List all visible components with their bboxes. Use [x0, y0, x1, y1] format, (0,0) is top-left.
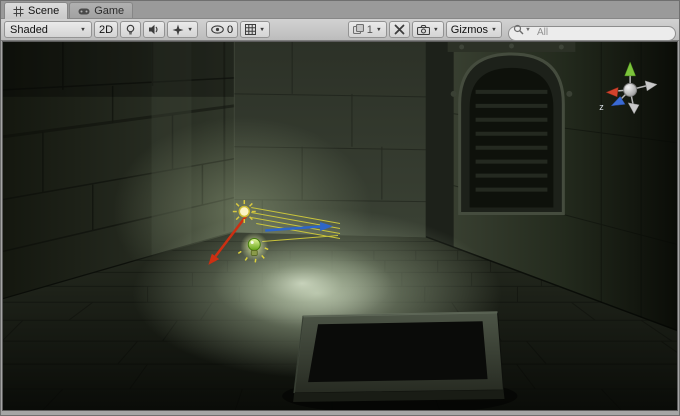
- hidden-objects-count: 0: [227, 24, 233, 36]
- scene-viewport[interactable]: z: [2, 41, 678, 411]
- axis-center-ball[interactable]: [624, 83, 637, 96]
- stone-trough[interactable]: [282, 312, 517, 410]
- tab-game[interactable]: Game: [69, 2, 133, 18]
- toggle-2d-button[interactable]: 2D: [94, 21, 118, 38]
- chevron-down-icon: ▼: [259, 27, 265, 32]
- scene-cameras-value: 1: [367, 24, 373, 36]
- toggle-2d-label: 2D: [99, 24, 113, 36]
- tab-game-label: Game: [94, 5, 124, 17]
- draw-mode-dropdown[interactable]: Shaded ▼: [4, 21, 92, 38]
- scene-toolbar: Shaded ▼ 2D ▼: [1, 19, 679, 41]
- sun-light-gizmo[interactable]: [233, 200, 256, 223]
- game-gamepad-icon: [78, 6, 90, 16]
- search-icon: [513, 24, 524, 35]
- audio-toggle-button[interactable]: [143, 21, 165, 38]
- gizmos-dropdown[interactable]: Gizmos ▼: [446, 21, 502, 38]
- scene-render[interactable]: z: [3, 42, 677, 410]
- crossed-tools-icon: [394, 24, 405, 35]
- light-bulb-icon: [125, 24, 136, 36]
- effects-dropdown-button[interactable]: ▼: [167, 21, 198, 38]
- gizmos-label: Gizmos: [451, 24, 488, 36]
- tab-scene[interactable]: Scene: [4, 2, 68, 19]
- camera-icon: [417, 25, 430, 35]
- hidden-objects-button[interactable]: 0: [206, 21, 238, 38]
- draw-mode-label: Shaded: [10, 24, 48, 36]
- chevron-down-icon: ▼: [433, 27, 439, 32]
- visibility-eye-icon: [211, 25, 224, 34]
- lighting-toggle-button[interactable]: [120, 21, 141, 38]
- cameras-layers-icon: [353, 24, 364, 35]
- scene-camera-settings-dropdown[interactable]: ▼: [412, 21, 444, 38]
- scene-cameras-dropdown[interactable]: 1 ▼: [348, 21, 387, 38]
- floor-light-pool-core: [212, 241, 391, 325]
- tools-button[interactable]: [389, 21, 410, 38]
- chevron-down-icon: ▼: [187, 27, 193, 32]
- unity-scene-window: Scene Game Shaded ▼ 2D: [0, 0, 680, 416]
- scene-search-input[interactable]: [508, 26, 676, 41]
- search-icon-group[interactable]: ▼: [513, 24, 531, 35]
- chevron-down-icon: ▼: [525, 27, 531, 32]
- grid-visibility-dropdown[interactable]: ▼: [240, 21, 270, 38]
- tab-bar: Scene Game: [1, 1, 679, 19]
- speaker-icon: [148, 24, 160, 35]
- chevron-down-icon: ▼: [376, 27, 382, 32]
- scene-grid-icon: [13, 6, 24, 17]
- axis-z-label: z: [599, 102, 604, 112]
- tab-scene-label: Scene: [28, 5, 59, 17]
- chevron-down-icon: ▼: [491, 27, 497, 32]
- scene-search: ▼: [508, 22, 676, 37]
- effects-sparkle-icon: [172, 24, 184, 36]
- chevron-down-icon: ▼: [80, 27, 86, 32]
- grid-snap-icon: [245, 24, 256, 35]
